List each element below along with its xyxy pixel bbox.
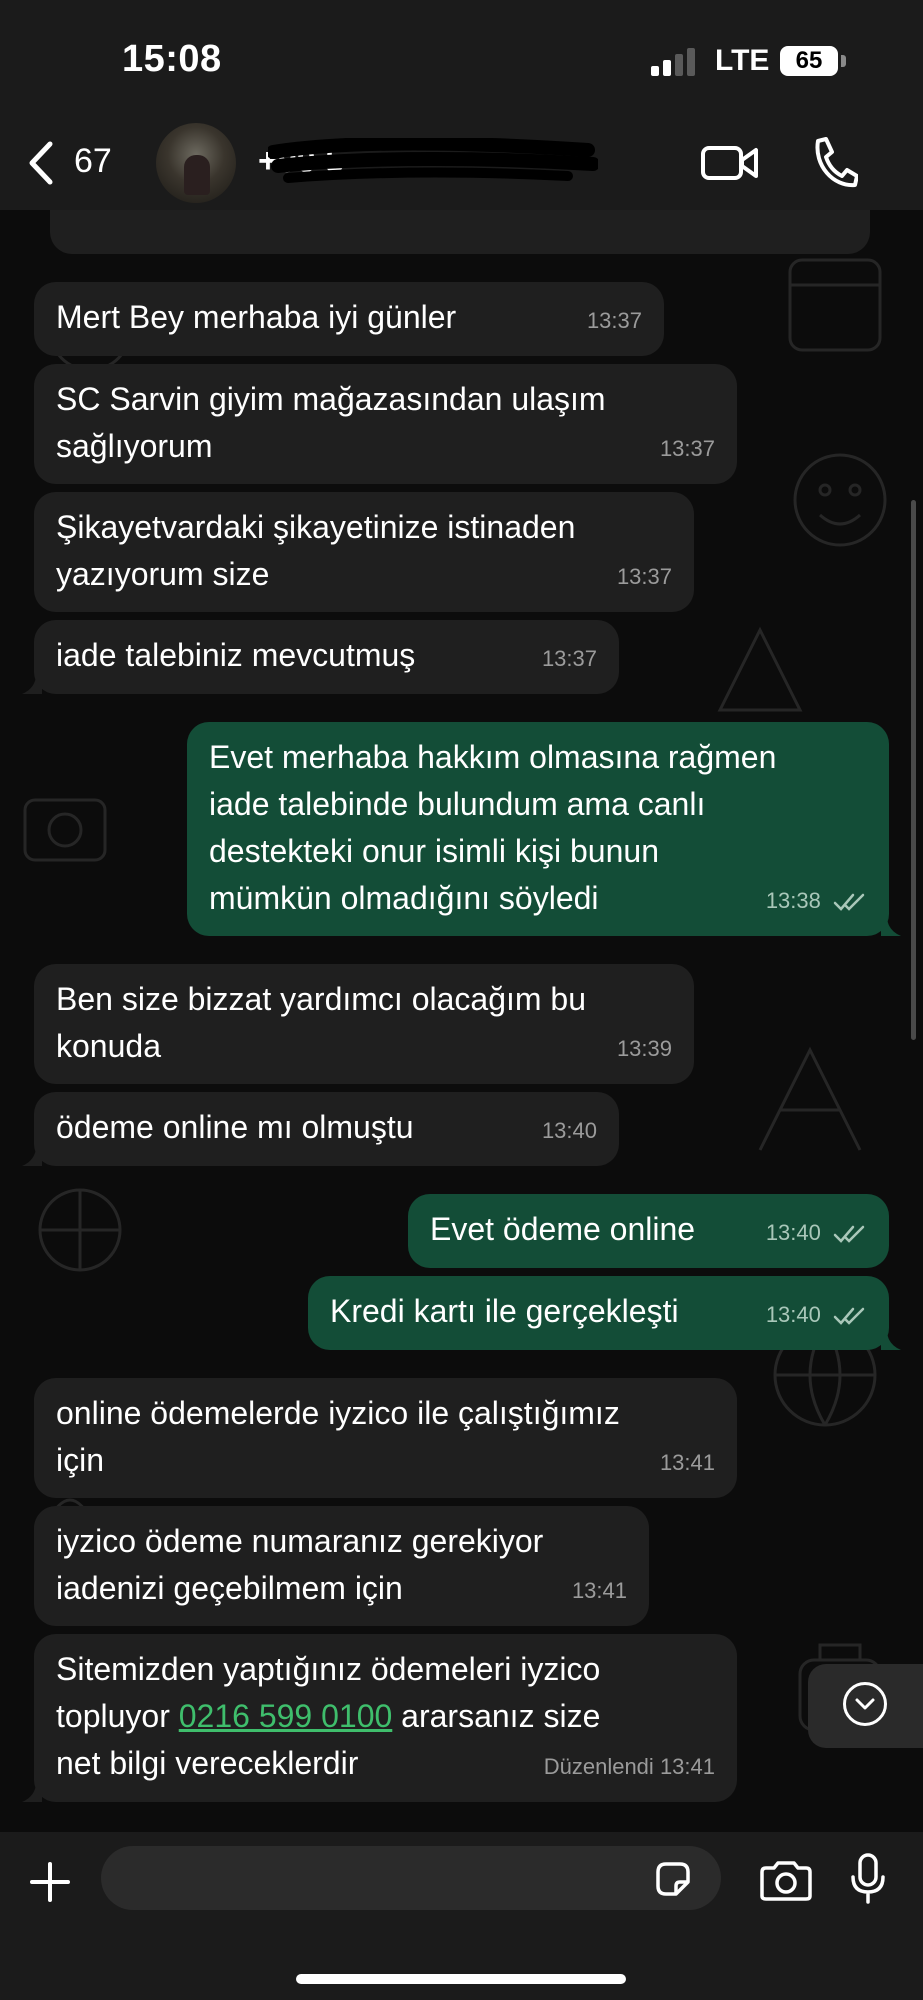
message-time: 13:40 — [765, 1302, 821, 1327]
scrollbar[interactable] — [911, 500, 916, 1040]
message-time: 13:37 — [541, 646, 597, 671]
bubble-tail — [881, 916, 901, 936]
chevron-down-icon — [843, 1682, 887, 1726]
message-bubble-outgoing[interactable]: Evet ödeme online 13:40 — [408, 1194, 889, 1268]
double-check-icon — [833, 1225, 865, 1244]
avatar[interactable] — [156, 123, 236, 203]
message-time: 13:40 — [541, 1118, 597, 1143]
message-bubble-incoming[interactable]: Mert Bey merhaba iyi günler 13:37 — [34, 282, 664, 356]
chevron-left-icon[interactable] — [22, 138, 62, 188]
message-composer — [0, 1832, 923, 2000]
message-bubble-incoming[interactable]: iyzico ödeme numaranız gerekiyor iadeniz… — [34, 1506, 649, 1626]
message-bubble-incoming[interactable]: Sitemizden yaptığınız ödemeleri iyzico t… — [34, 1634, 737, 1802]
message-time: 13:40 — [765, 1220, 821, 1245]
previous-message-bubble — [50, 210, 870, 254]
sticker-icon[interactable] — [652, 1858, 694, 1900]
message-time: 13:41 — [659, 1450, 715, 1475]
video-call-icon[interactable] — [700, 138, 760, 188]
message-bubble-incoming[interactable]: ödeme online mı olmuştu 13:40 — [34, 1092, 619, 1166]
bubble-tail — [22, 1146, 42, 1166]
plus-icon[interactable] — [28, 1860, 72, 1904]
message-time: 13:37 — [616, 564, 672, 589]
message-text: ödeme online mı olmuştu — [56, 1109, 414, 1145]
message-bubble-incoming[interactable]: iade talebiniz mevcutmuş 13:37 — [34, 620, 619, 694]
camera-icon[interactable] — [758, 1860, 814, 1902]
redaction-scribble — [268, 138, 598, 183]
double-check-icon — [833, 1307, 865, 1326]
double-check-icon — [833, 893, 865, 912]
chat-header: 67 +90 5•• ••• •• •• — [0, 120, 923, 210]
bubble-tail — [881, 1330, 901, 1350]
battery-cap — [841, 55, 846, 67]
unread-chats-count[interactable]: 67 — [74, 142, 112, 181]
cellular-signal-icon — [651, 48, 699, 76]
message-time: 13:41 — [659, 1754, 715, 1779]
status-time: 15:08 — [122, 38, 222, 80]
home-indicator[interactable] — [296, 1974, 626, 1984]
phone-call-icon[interactable] — [808, 135, 858, 190]
bubble-tail — [22, 1782, 42, 1802]
phone-number-link[interactable]: 0216 599 0100 — [179, 1698, 393, 1734]
bubble-tail — [22, 674, 42, 694]
message-text: Ben size bizzat yardımcı olacağım bu kon… — [56, 981, 587, 1064]
message-text: Mert Bey merhaba iyi günler — [56, 299, 457, 335]
scroll-to-bottom-button[interactable] — [808, 1664, 923, 1748]
message-text: Şikayetvardaki şikayetinize istinaden ya… — [56, 509, 576, 592]
message-text: SC Sarvin giyim mağazasından ulaşım sağl… — [56, 381, 606, 464]
edited-label: Düzenlendi — [543, 1754, 654, 1779]
message-bubble-outgoing[interactable]: Evet merhaba hakkım olmasına rağmen iade… — [187, 722, 889, 936]
message-bubble-incoming[interactable]: Şikayetvardaki şikayetinize istinaden ya… — [34, 492, 694, 612]
message-input[interactable] — [101, 1846, 721, 1910]
message-bubble-incoming[interactable]: Ben size bizzat yardımcı olacağım bu kon… — [34, 964, 694, 1084]
battery-icon: 65 — [780, 46, 838, 76]
message-text: iyzico ödeme numaranız gerekiyor iadeniz… — [56, 1523, 544, 1606]
microphone-icon[interactable] — [850, 1852, 886, 1906]
status-bar: 15:08 LTE 65 — [0, 0, 923, 120]
message-time: 13:37 — [659, 436, 715, 461]
message-bubble-outgoing[interactable]: Kredi kartı ile gerçekleşti 13:40 — [308, 1276, 889, 1350]
message-bubble-incoming[interactable]: online ödemelerde iyzico ile çalıştığımı… — [34, 1378, 737, 1498]
message-time: 13:41 — [571, 1578, 627, 1603]
message-time: 13:39 — [616, 1036, 672, 1061]
network-type: LTE — [715, 44, 770, 77]
message-time: 13:38 — [765, 888, 821, 913]
message-text: online ödemelerde iyzico ile çalıştığımı… — [56, 1395, 620, 1478]
message-time: 13:37 — [586, 308, 642, 333]
message-bubble-incoming[interactable]: SC Sarvin giyim mağazasından ulaşım sağl… — [34, 364, 737, 484]
message-text: iade talebiniz mevcutmuş — [56, 637, 416, 673]
